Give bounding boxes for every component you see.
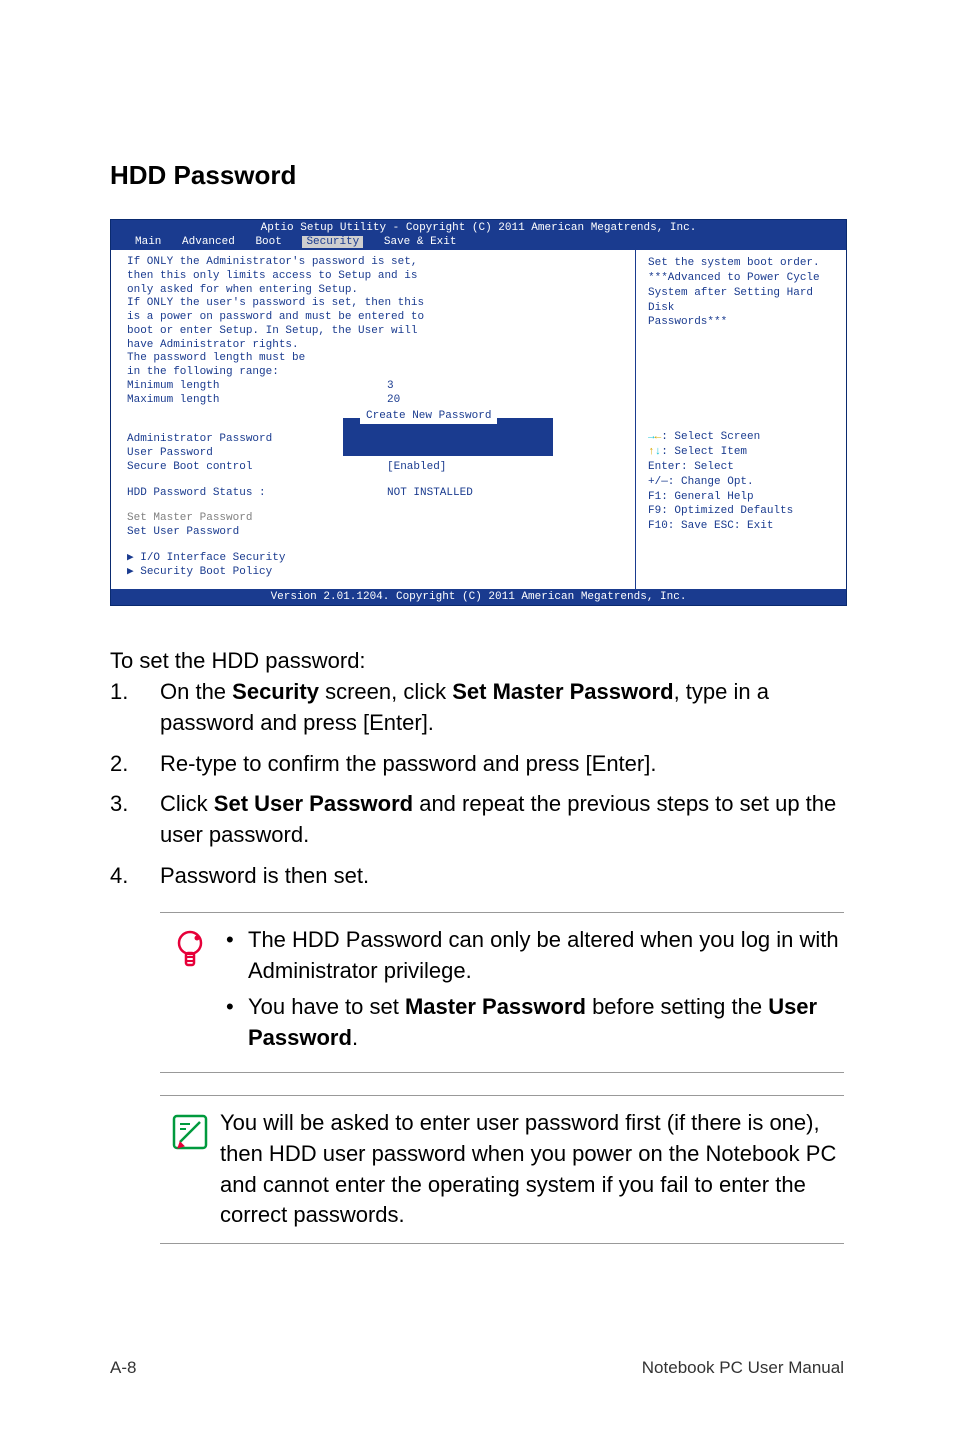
bios-min-length-label: Minimum length [127,380,387,394]
bullet-icon: • [220,992,248,1054]
page-footer: A-8 Notebook PC User Manual [110,1358,844,1378]
bios-hdd-status-label: HDD Password Status : [127,487,387,501]
bios-screenshot: Aptio Setup Utility - Copyright (C) 2011… [110,219,847,606]
step-number-1: 1. [110,677,160,739]
bios-tab-main: Main [135,236,161,248]
bios-help-3: Passwords*** [648,315,834,330]
bios-tab-advanced: Advanced [182,236,235,248]
step-number-3: 3. [110,789,160,851]
step-number-4: 4. [110,861,160,892]
bios-secure-boot-value: [Enabled] [387,461,446,475]
callout-note: You will be asked to enter user password… [160,1095,844,1244]
bios-right-pane: Set the system boot order. ***Advanced t… [636,250,846,589]
bios-help-2: System after Setting Hard Disk [648,286,834,316]
bios-intro-8: in the following range: [127,366,619,380]
bios-intro-6: have Administrator rights. [127,339,619,353]
bios-nav-select-item: ↑↓: Select Item [648,445,834,460]
bios-nav-f1: F1: General Help [648,490,834,505]
bios-intro-5: boot or enter Setup. In Setup, the User … [127,325,619,339]
bullet-icon: • [220,925,248,987]
bios-io-interface-security: ▶ I/O Interface Security [127,552,619,566]
bios-nav-f10: F10: Save ESC: Exit [648,519,834,534]
bios-secure-boot-label: Secure Boot control [127,461,387,475]
bios-max-length-value: 20 [387,394,400,408]
footer-page-number: A-8 [110,1358,136,1378]
bios-intro-4: is a power on password and must be enter… [127,311,619,325]
callout1-bullet2: You have to set Master Password before s… [248,992,844,1054]
bios-set-master-password: Set Master Password [127,512,619,526]
intro-text: To set the HDD password: [110,646,844,677]
bios-left-pane: If ONLY the Administrator's password is … [111,250,636,589]
bios-intro-1: then this only limits access to Setup an… [127,270,619,284]
bios-create-password-title: Create New Password [360,410,497,424]
bios-intro-0: If ONLY the Administrator's password is … [127,256,619,270]
bios-tab-boot: Boot [255,236,281,248]
note-icon [160,1108,220,1231]
step-number-2: 2. [110,749,160,780]
bios-nav-f9: F9: Optimized Defaults [648,504,834,519]
step-body-3: Click Set User Password and repeat the p… [160,789,844,851]
bios-max-length-label: Maximum length [127,394,387,408]
bios-tab-security: Security [302,236,363,248]
bios-intro-3: If ONLY the user's password is set, then… [127,297,619,311]
bios-tab-save-exit: Save & Exit [384,236,457,248]
bios-help-0: Set the system boot order. [648,256,834,271]
bios-nav-select-screen: →←: Select Screen [648,430,834,445]
footer-manual-title: Notebook PC User Manual [642,1358,844,1378]
step-body-4: Password is then set. [160,861,844,892]
step-body-1: On the Security screen, click Set Master… [160,677,844,739]
bios-intro-7: The password length must be [127,352,619,366]
callout-important: • The HDD Password can only be altered w… [160,912,844,1073]
bios-footer: Version 2.01.1204. Copyright (C) 2011 Am… [111,589,846,605]
callout1-bullet1: The HDD Password can only be altered whe… [248,925,844,987]
bios-hdd-status-value: NOT INSTALLED [387,487,473,501]
bios-min-length-value: 3 [387,380,394,394]
bios-nav-enter: Enter: Select [648,460,834,475]
bios-tab-bar: Main Advanced Boot Security Save & Exit [111,236,846,250]
bios-create-password-dialog: Create New Password [343,418,553,456]
bios-header: Aptio Setup Utility - Copyright (C) 2011… [111,220,846,236]
step-body-2: Re-type to confirm the password and pres… [160,749,844,780]
bios-set-user-password: Set User Password [127,526,619,540]
bios-intro-2: only asked for when entering Setup. [127,284,619,298]
callout2-text: You will be asked to enter user password… [220,1108,844,1231]
lightbulb-icon [160,925,220,1060]
page-title: HDD Password [110,160,844,191]
bios-help-1: ***Advanced to Power Cycle [648,271,834,286]
bios-security-boot-policy: ▶ Security Boot Policy [127,566,619,580]
bios-nav-change-opt: +/—: Change Opt. [648,475,834,490]
